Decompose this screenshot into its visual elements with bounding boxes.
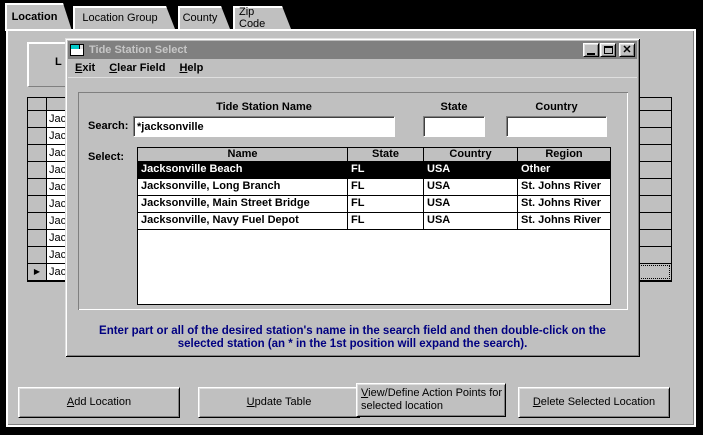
station-table-body: Jacksonville BeachFLUSAOtherJacksonville… — [138, 162, 610, 230]
search-country-input[interactable] — [506, 116, 607, 137]
minimize-icon — [587, 53, 595, 55]
table-row[interactable]: Jacksonville, Long BranchFLUSASt. Johns … — [138, 179, 610, 196]
search-state-input[interactable] — [423, 116, 485, 137]
country-header: Country — [506, 101, 607, 113]
row-selector-cell[interactable] — [28, 213, 47, 229]
tide-station-name-header: Tide Station Name — [133, 101, 395, 113]
delete-selected-location-button[interactable]: Delete Selected Location — [518, 387, 670, 418]
row-selector-cell[interactable] — [28, 145, 47, 161]
grid-corner-cell — [28, 98, 47, 110]
location-frame-label: L — [55, 56, 62, 68]
table-row[interactable]: Jacksonville, Navy Fuel DepotFLUSASt. Jo… — [138, 213, 610, 230]
button-label: Add Location — [67, 396, 131, 409]
row-selector-cell[interactable] — [28, 162, 47, 178]
cell-country: USA — [424, 196, 518, 212]
cell-region: St. Johns River — [518, 179, 610, 195]
search-name-input[interactable] — [133, 116, 395, 137]
select-label: Select: — [88, 151, 124, 163]
row-selector-cell[interactable] — [28, 196, 47, 212]
button-label-line2: selected location — [361, 400, 443, 413]
row-selector-cell[interactable] — [28, 179, 47, 195]
application-window: Location Location Group County Zip Code … — [0, 0, 703, 435]
cell-name: Jacksonville, Navy Fuel Depot — [138, 213, 348, 229]
cell-state: FL — [348, 196, 424, 212]
row-selector-cell[interactable] — [28, 111, 47, 127]
dialog-title: Tide Station Select — [89, 44, 582, 56]
close-icon: ✕ — [622, 45, 631, 56]
cell-country: USA — [424, 162, 518, 178]
cell-region: Other — [518, 162, 610, 178]
form-window-icon — [70, 44, 84, 56]
instructions-line1: Enter part or all of the desired station… — [75, 325, 630, 338]
table-row[interactable]: Jacksonville BeachFLUSAOther — [138, 162, 610, 179]
cell-name: Jacksonville Beach — [138, 162, 348, 178]
maximize-button[interactable] — [600, 43, 616, 57]
cell-region: St. Johns River — [518, 213, 610, 229]
close-button[interactable]: ✕ — [619, 43, 635, 57]
button-label: Update Table — [247, 396, 312, 409]
button-label: Delete Selected Location — [533, 396, 655, 409]
header-region[interactable]: Region — [518, 148, 610, 161]
station-table-header: Name State Country Region — [138, 148, 610, 162]
table-row[interactable]: Jacksonville, Main Street BridgeFLUSASt.… — [138, 196, 610, 213]
row-selector-cell[interactable] — [28, 230, 47, 246]
add-location-button[interactable]: Add Location — [18, 387, 180, 418]
row-selector-cell[interactable]: ▶ — [28, 264, 47, 280]
cell-country: USA — [424, 179, 518, 195]
header-state[interactable]: State — [348, 148, 424, 161]
dialog-content-panel: Tide Station Name State Country Search: … — [78, 92, 628, 310]
cell-name: Jacksonville, Long Branch — [138, 179, 348, 195]
cell-region: St. Johns River — [518, 196, 610, 212]
header-name[interactable]: Name — [138, 148, 348, 161]
search-label: Search: — [88, 120, 128, 132]
row-selector-arrow-icon: ▶ — [34, 268, 40, 276]
menu-item-exit[interactable]: Exit — [68, 60, 102, 76]
maximize-icon — [604, 46, 613, 54]
menu-item-help[interactable]: Help — [172, 60, 210, 76]
dialog-title-bar[interactable]: Tide Station Select ✕ — [68, 41, 637, 59]
update-table-button[interactable]: Update Table — [198, 387, 360, 418]
cell-state: FL — [348, 162, 424, 178]
state-header: State — [423, 101, 485, 113]
cell-state: FL — [348, 213, 424, 229]
view-define-action-points-button[interactable]: View/Define Action Points for selected l… — [356, 383, 506, 417]
header-country[interactable]: Country — [424, 148, 518, 161]
menu-item-clear-field[interactable]: Clear Field — [102, 60, 172, 76]
tide-station-select-dialog: Tide Station Select ✕ Exit Clear Field H… — [65, 38, 640, 357]
button-label-line1: View/Define Action Points for — [361, 387, 502, 400]
row-selector-cell[interactable] — [28, 128, 47, 144]
cell-country: USA — [424, 213, 518, 229]
instructions-line2: selected station (an * in the 1st positi… — [75, 338, 630, 351]
cell-state: FL — [348, 179, 424, 195]
minimize-button[interactable] — [583, 43, 599, 57]
row-selector-cell[interactable] — [28, 247, 47, 263]
dialog-menu-bar: Exit Clear Field Help — [68, 59, 637, 78]
station-table[interactable]: Name State Country Region Jacksonville B… — [137, 147, 611, 305]
cell-name: Jacksonville, Main Street Bridge — [138, 196, 348, 212]
dialog-instructions: Enter part or all of the desired station… — [75, 325, 630, 351]
